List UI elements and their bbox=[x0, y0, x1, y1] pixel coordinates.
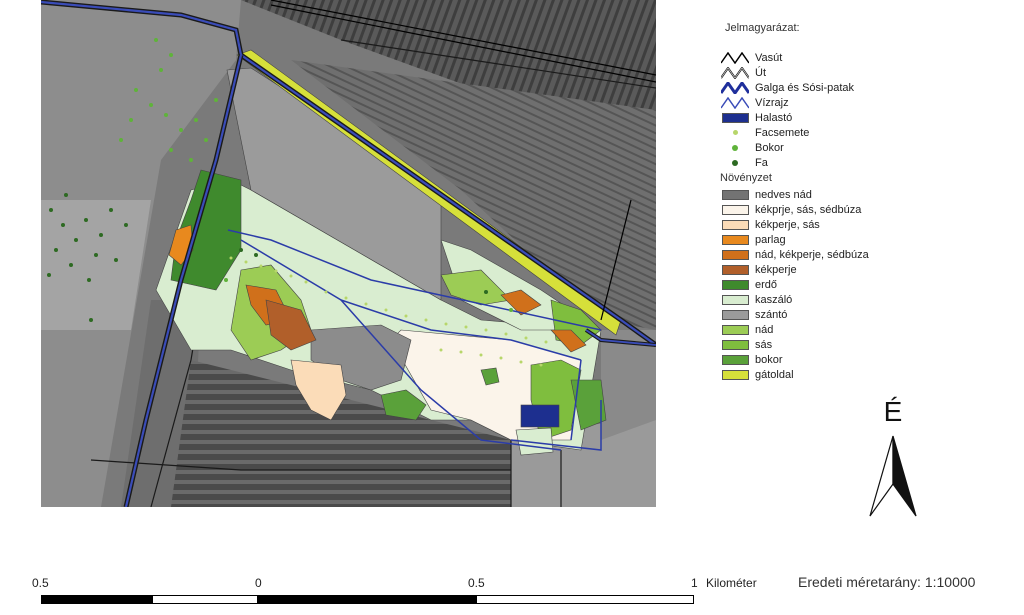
vegetation-swatch bbox=[721, 264, 749, 275]
legend-item-shrub: Bokor bbox=[720, 140, 1010, 155]
vegetation-swatch bbox=[721, 294, 749, 305]
legend-item-fishpond: Halastó bbox=[720, 110, 1010, 125]
vegetation-swatch bbox=[721, 324, 749, 335]
vegetation-swatch bbox=[721, 204, 749, 215]
fishpond-swatch bbox=[721, 112, 749, 123]
legend-label: kékperje, sás bbox=[755, 218, 820, 231]
scale-segment-white bbox=[476, 595, 694, 604]
legend-item-vegetation: sás bbox=[720, 337, 1010, 352]
legend-label: kékperje bbox=[755, 263, 797, 276]
legend-label: Fa bbox=[755, 156, 768, 169]
legend-label: gátoldal bbox=[755, 368, 794, 381]
tree-dot-icon bbox=[732, 159, 738, 166]
scale-segment-white bbox=[152, 595, 258, 604]
vegetation-heading: Növényzet bbox=[720, 172, 772, 184]
vegetation-swatch bbox=[721, 339, 749, 350]
vegetation-swatch bbox=[721, 309, 749, 320]
hydrography-line-icon bbox=[720, 96, 750, 109]
legend-item-hydrography: Vízrajz bbox=[720, 95, 1010, 110]
scale-label-3: 1 bbox=[691, 576, 698, 590]
vegetation-swatch bbox=[721, 369, 749, 380]
vegetation-swatch bbox=[721, 354, 749, 365]
legend-item-vegetation: gátoldal bbox=[720, 367, 1010, 382]
north-arrow-icon bbox=[869, 435, 917, 517]
legend-item-vegetation: kékperje bbox=[720, 262, 1010, 277]
legend-label: szántó bbox=[755, 308, 788, 321]
scale-label-1: 0 bbox=[255, 576, 262, 590]
legend-item-vegetation: bokor bbox=[720, 352, 1010, 367]
legend-item-tree: Fa bbox=[720, 155, 1010, 170]
map-frame[interactable] bbox=[41, 0, 656, 507]
scale-segment-black bbox=[258, 595, 476, 604]
vegetation-list: nedves nád kékprje, sás, sédbúza kékperje,… bbox=[720, 187, 1010, 382]
legend-label: bokor bbox=[755, 353, 783, 366]
legend-item-road: Út bbox=[720, 65, 1010, 80]
vegetation-swatch bbox=[721, 189, 749, 200]
legend-label: Bokor bbox=[755, 141, 784, 154]
legend-item-vegetation: erdő bbox=[720, 277, 1010, 292]
legend-label: Vasút bbox=[755, 51, 783, 64]
legend-label: kékprje, sás, sédbúza bbox=[755, 203, 862, 216]
legend-item-vegetation: nád bbox=[720, 322, 1010, 337]
legend-title: Jelmagyarázat: bbox=[725, 22, 800, 34]
map-legend: Jelmagyarázat: Vasút Út Galga és Sósi-pa… bbox=[720, 22, 1010, 382]
legend-label: Facsemete bbox=[755, 126, 810, 139]
vegetation-swatch bbox=[721, 249, 749, 260]
legend-label: nedves nád bbox=[755, 188, 812, 201]
legend-label: nád, kékperje, sédbúza bbox=[755, 248, 869, 261]
sapling-dot-icon bbox=[732, 130, 738, 135]
scale-segment-black bbox=[41, 595, 152, 604]
scale-label-0: 0.5 bbox=[32, 576, 49, 590]
legend-item-sapling: Facsemete bbox=[720, 125, 1010, 140]
vegetation-swatch bbox=[721, 279, 749, 290]
legend-item-vegetation: nád, kékperje, sédbúza bbox=[720, 247, 1010, 262]
legend-item-vegetation: kékperje, sás bbox=[720, 217, 1010, 232]
legend-item-vegetation: kaszáló bbox=[720, 292, 1010, 307]
legend-label: Galga és Sósi-patak bbox=[755, 81, 855, 94]
shrub-dot-icon bbox=[732, 144, 738, 151]
scale-unit: Kilométer bbox=[706, 576, 757, 590]
legend-item-vegetation: nedves nád bbox=[720, 187, 1010, 202]
legend-label: erdő bbox=[755, 278, 778, 291]
north-letter: É bbox=[883, 396, 903, 427]
road-line-icon bbox=[720, 66, 750, 79]
scale-ratio: Eredeti méretarány: 1:10000 bbox=[798, 574, 976, 590]
legend-item-railway: Vasút bbox=[720, 50, 1010, 65]
north-arrow: É bbox=[862, 398, 924, 520]
legend-label: nád bbox=[755, 323, 774, 336]
legend-item-vegetation: parlag bbox=[720, 232, 1010, 247]
scale-bar: 0.5 0 0.5 1 Kilométer bbox=[30, 573, 790, 608]
legend-item-stream: Galga és Sósi-patak bbox=[720, 80, 1010, 95]
legend-item-vegetation: szántó bbox=[720, 307, 1010, 322]
legend-item-vegetation: kékprje, sás, sédbúza bbox=[720, 202, 1010, 217]
railway-line-icon bbox=[720, 51, 750, 64]
legend-label: sás bbox=[755, 338, 773, 351]
vegetation-swatch bbox=[721, 234, 749, 245]
legend-label: kaszáló bbox=[755, 293, 793, 306]
stream-line-icon bbox=[720, 81, 750, 94]
legend-label: Vízrajz bbox=[755, 96, 789, 109]
legend-label: Halastó bbox=[755, 111, 793, 124]
scale-label-2: 0.5 bbox=[468, 576, 485, 590]
legend-label: Út bbox=[755, 66, 766, 79]
legend-label: parlag bbox=[755, 233, 786, 246]
vegetation-swatch bbox=[721, 219, 749, 230]
